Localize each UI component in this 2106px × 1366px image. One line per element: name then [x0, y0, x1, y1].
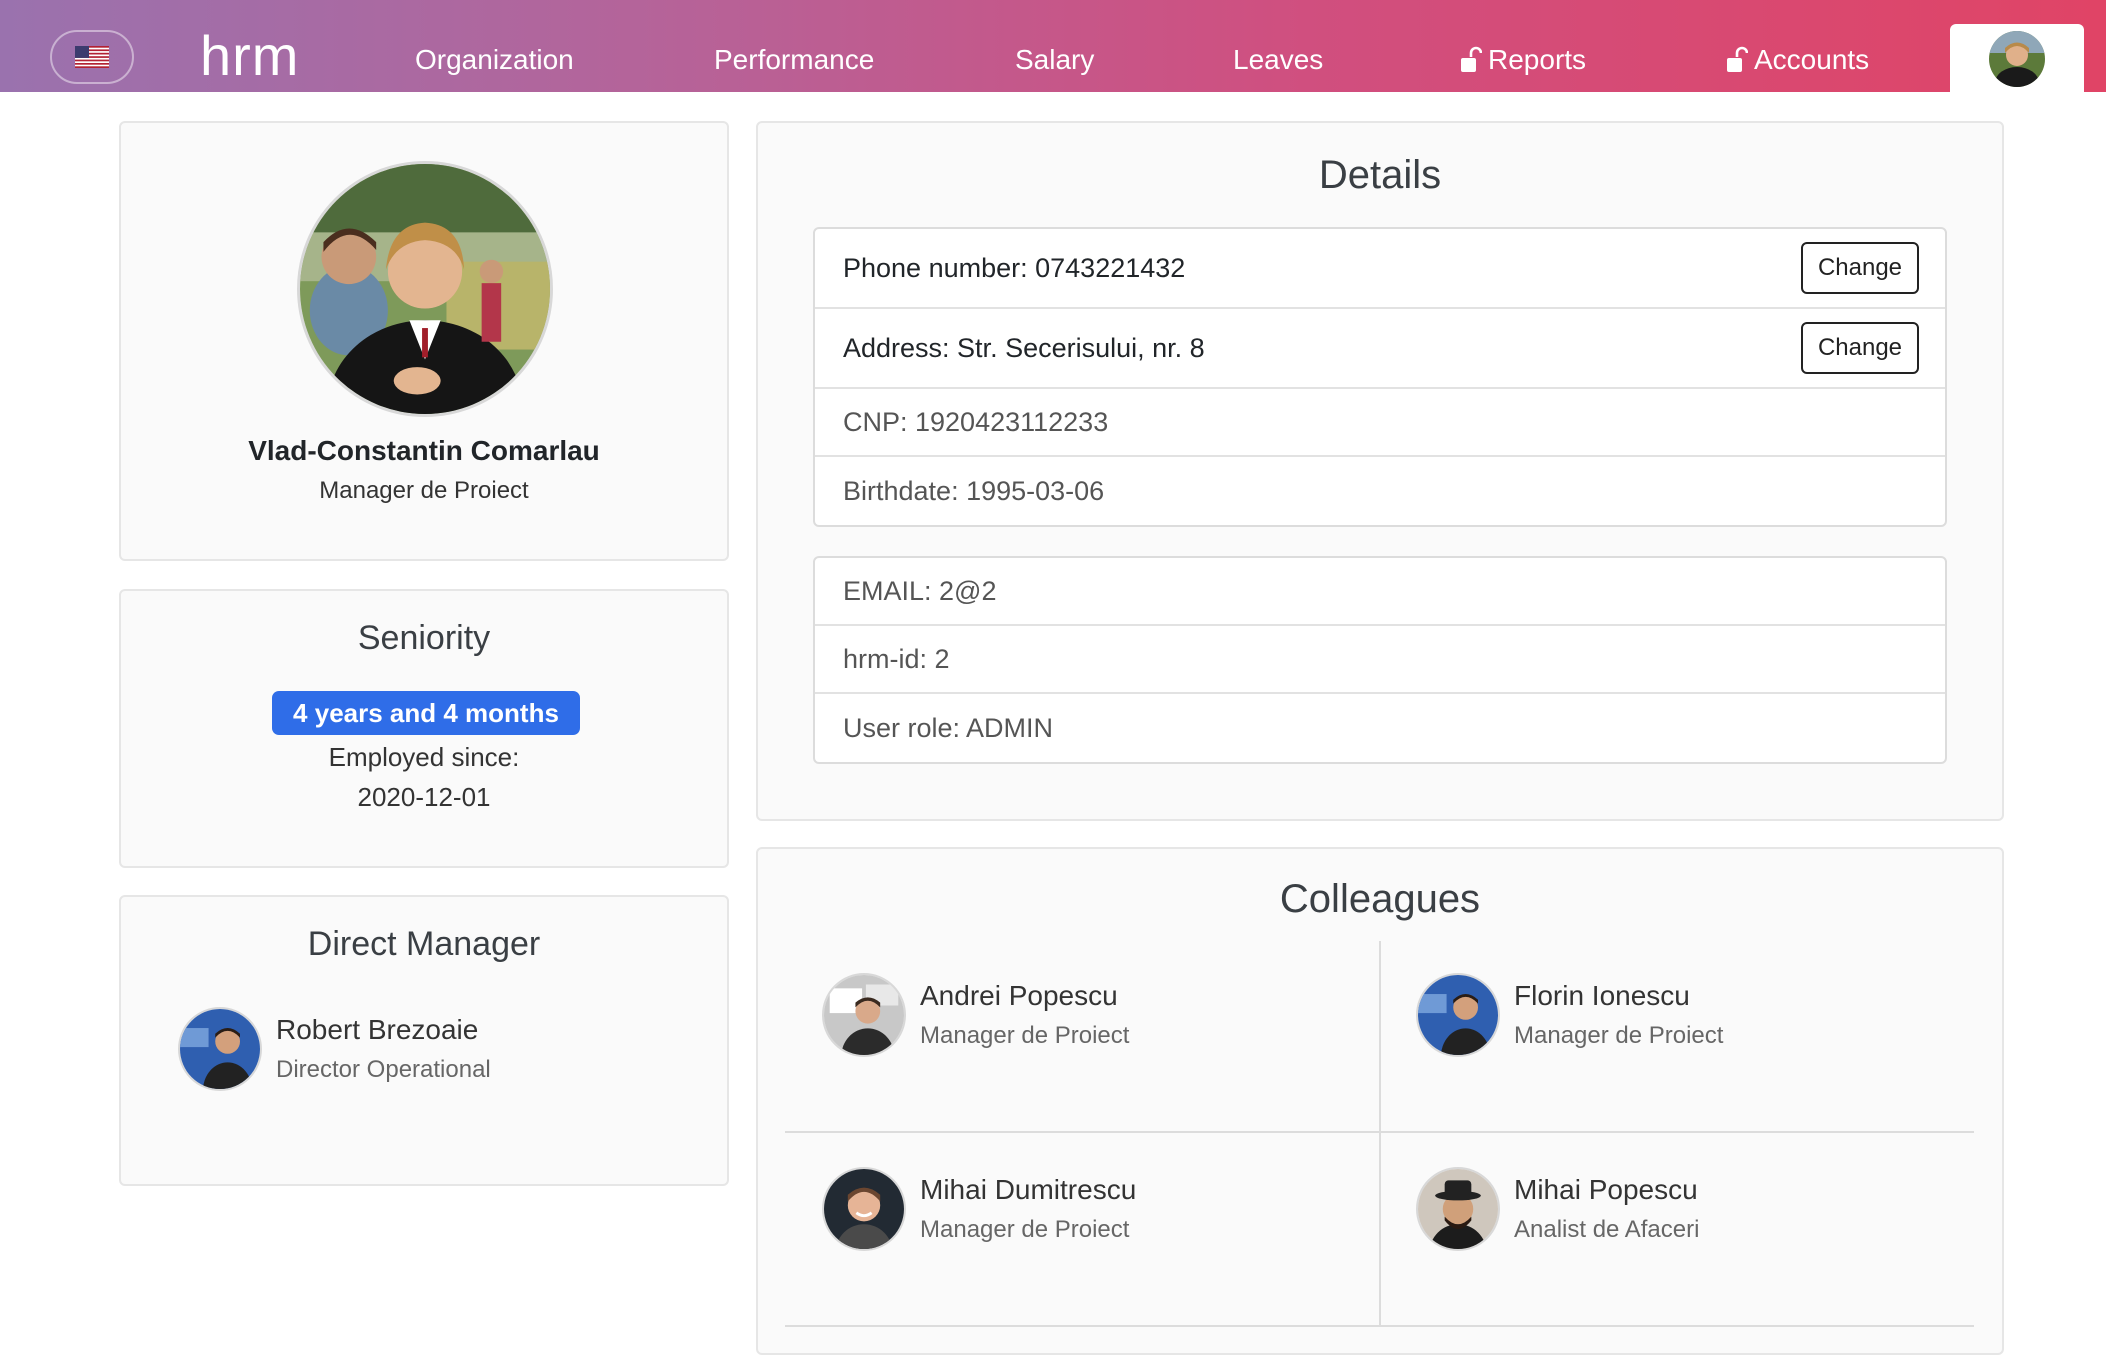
- cnp-row: CNP: 1920423112233: [815, 389, 1945, 457]
- colleague-avatar: [822, 973, 906, 1057]
- colleague-role: Manager de Proiect: [1514, 1022, 1724, 1049]
- colleagues-card: Colleagues Andrei Popescu Manager de Pro…: [756, 847, 2004, 1355]
- unlock-icon: [1461, 46, 1482, 72]
- colleagues-title: Colleagues: [1279, 877, 1481, 921]
- top-navbar: hrm Organization Performance Salary Leav…: [0, 0, 2106, 94]
- profile-role: Manager de Proiect: [319, 477, 529, 504]
- seniority-title: Seniority: [357, 619, 491, 657]
- colleague-name: Mihai Popescu: [1514, 1174, 1698, 1205]
- address-row: Address: Str. Secerisului, nr. 8 Change: [815, 309, 1945, 389]
- birthdate-row: Birthdate: 1995-03-06: [815, 457, 1945, 525]
- manager-name: Robert Brezoaie: [276, 1014, 479, 1045]
- colleague-role: Manager de Proiect: [920, 1216, 1130, 1243]
- birthdate-text: Birthdate: 1995-03-06: [843, 475, 1105, 506]
- colleague-name: Florin Ionescu: [1514, 980, 1690, 1011]
- hrm-id-row: hrm-id: 2: [815, 626, 1945, 694]
- nav-link-label: Reports: [1488, 44, 1587, 75]
- nav-link-label: Organization: [415, 44, 574, 75]
- nav-link-reports[interactable]: Reports: [1460, 38, 1586, 82]
- colleague-entry[interactable]: Mihai Dumitrescu Manager de Proiect: [822, 1167, 1136, 1251]
- manager-role: Director Operational: [276, 1056, 491, 1083]
- phone-text: Phone number: 0743221432: [843, 252, 1186, 283]
- colleague-name: Andrei Popescu: [920, 980, 1118, 1011]
- profile-card: Vlad-Constantin Comarlau Manager de Proi…: [119, 121, 729, 561]
- cnp-text: CNP: 1920423112233: [843, 406, 1109, 437]
- manager-avatar: [178, 1007, 262, 1091]
- colleague-role: Analist de Afaceri: [1514, 1216, 1700, 1243]
- nav-link-label: Performance: [714, 44, 875, 75]
- nav-link-organization[interactable]: Organization: [415, 38, 574, 82]
- colleague-avatar: [822, 1167, 906, 1251]
- profile-photo: [297, 161, 553, 417]
- direct-manager-card: Direct Manager Robert Brezoaie Director …: [119, 895, 729, 1186]
- nav-link-salary[interactable]: Salary: [1015, 38, 1094, 82]
- direct-manager-title: Direct Manager: [307, 925, 541, 963]
- user-role-row: User role: ADMIN: [815, 694, 1945, 762]
- grid-divider: [785, 1131, 1974, 1133]
- change-address-button[interactable]: Change: [1801, 322, 1919, 374]
- nav-link-label: Accounts: [1754, 44, 1870, 75]
- colleague-name: Mihai Dumitrescu: [920, 1174, 1137, 1205]
- user-role-text: User role: ADMIN: [843, 712, 1054, 743]
- change-phone-button[interactable]: Change: [1801, 242, 1919, 294]
- unlock-icon: [1727, 46, 1748, 72]
- brand-logo[interactable]: hrm: [200, 26, 299, 86]
- grid-divider: [1379, 941, 1381, 1325]
- employed-since-label: Employed since:: [328, 742, 520, 772]
- phone-row: Phone number: 0743221432 Change: [815, 229, 1945, 309]
- colleague-role: Manager de Proiect: [920, 1022, 1130, 1049]
- colleague-entry[interactable]: Florin Ionescu Manager de Proiect: [1416, 973, 1723, 1057]
- colleague-avatar: [1416, 1167, 1500, 1251]
- hrm-id-text: hrm-id: 2: [843, 643, 950, 674]
- colleague-entry[interactable]: Mihai Popescu Analist de Afaceri: [1416, 1167, 1699, 1251]
- nav-link-leaves[interactable]: Leaves: [1233, 38, 1323, 82]
- email-row: EMAIL: 2@2: [815, 558, 1945, 626]
- profile-menu-tab[interactable]: [1950, 24, 2084, 94]
- nav-link-accounts[interactable]: Accounts: [1726, 38, 1869, 82]
- address-text: Address: Str. Secerisului, nr. 8: [843, 332, 1205, 363]
- user-avatar: [1989, 31, 2045, 87]
- nav-link-label: Leaves: [1233, 44, 1324, 75]
- seniority-card: Seniority 4 years and 4 months Employed …: [119, 589, 729, 868]
- manager-entry[interactable]: Robert Brezoaie Director Operational: [178, 1007, 491, 1091]
- colleague-avatar: [1416, 973, 1500, 1057]
- seniority-badge: 4 years and 4 months: [272, 691, 580, 735]
- account-details-list: EMAIL: 2@2 hrm-id: 2 User role: ADMIN: [813, 556, 1947, 764]
- personal-details-list: Phone number: 0743221432 Change Address:…: [813, 227, 1947, 527]
- nav-link-label: Salary: [1015, 44, 1095, 75]
- email-text: EMAIL: 2@2: [843, 575, 997, 606]
- colleague-entry[interactable]: Andrei Popescu Manager de Proiect: [822, 973, 1129, 1057]
- nav-link-performance[interactable]: Performance: [714, 38, 874, 82]
- grid-divider: [785, 1325, 1974, 1327]
- language-selector-button[interactable]: [50, 30, 134, 84]
- details-card: Details Phone number: 0743221432 Change …: [756, 121, 2004, 821]
- employed-since-date: 2020-12-01: [357, 782, 491, 812]
- details-title: Details: [1318, 153, 1442, 197]
- us-flag-icon: [75, 46, 109, 68]
- profile-name: Vlad-Constantin Comarlau: [248, 435, 600, 466]
